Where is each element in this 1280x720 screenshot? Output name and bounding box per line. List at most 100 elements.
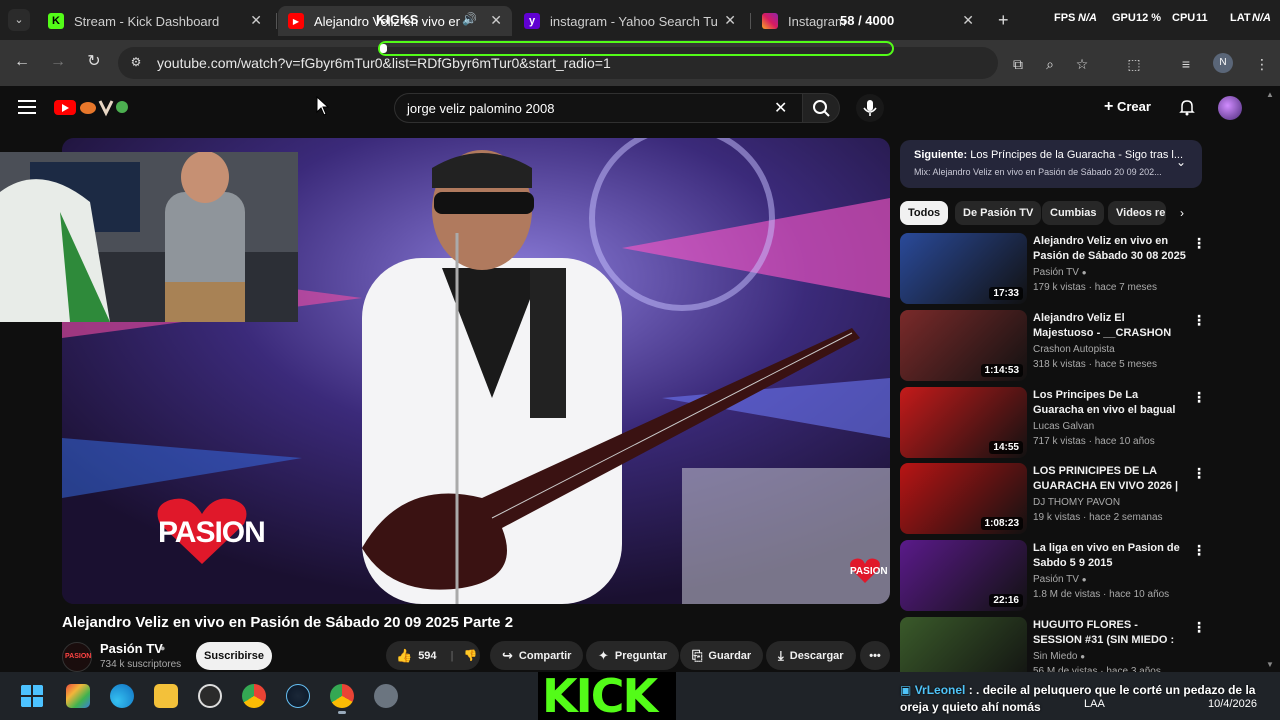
media-controls-icon[interactable]: ≡	[1176, 54, 1196, 74]
recommendation-channel[interactable]: DJ THOMY PAVON	[1033, 497, 1120, 508]
stream-progress-overlay	[378, 41, 894, 56]
menu-icon[interactable]	[18, 100, 36, 114]
more-options-icon[interactable]: ⋮	[1192, 235, 1206, 252]
windows-start-icon[interactable]	[20, 684, 44, 708]
recommendation-item[interactable]: 1:08:23 LOS PRINICIPES DE LA GUARACHA EN …	[900, 463, 1210, 535]
up-next-panel[interactable]	[900, 140, 1202, 188]
tab-search-button[interactable]: ⌄	[8, 9, 30, 31]
chat-username: VrLeonel	[914, 683, 966, 697]
ask-button[interactable]: ✦ Preguntar	[586, 641, 679, 670]
close-icon[interactable]: ✕	[490, 12, 502, 29]
chrome-icon[interactable]	[242, 684, 266, 708]
like-divider: |	[450, 649, 454, 662]
chevron-down-icon[interactable]: ⌄	[1176, 155, 1186, 169]
video-thumbnail[interactable]: 17:33	[900, 233, 1027, 304]
up-next-mix: Mix: Alejandro Veliz en vivo en Pasión d…	[914, 167, 1162, 177]
obs-icon[interactable]	[198, 684, 222, 708]
close-icon[interactable]: ✕	[724, 12, 736, 29]
back-arrow-icon[interactable]: ←	[12, 52, 32, 72]
recommendation-title[interactable]: HUGUITO FLORES - SESSION #31 (SIN MIEDO …	[1033, 618, 1187, 648]
channel-avatar-text: PASION	[65, 653, 92, 660]
mouse-cursor-icon	[316, 95, 330, 116]
steam-icon[interactable]	[286, 684, 310, 708]
zoom-icon[interactable]: ⌕	[1040, 54, 1060, 74]
recommendation-title[interactable]: Alejandro Veliz El Majestuoso - __CRASHO…	[1033, 311, 1187, 341]
recommendation-title[interactable]: LOS PRINICIPES DE LA GUARACHA EN VIVO 20…	[1033, 464, 1187, 494]
recommendation-item[interactable]: 22:16 La liga en vivo en Pasion de Sabdo …	[900, 540, 1210, 612]
new-tab-button[interactable]: +	[998, 10, 1009, 31]
screen: ⌄ K Stream - Kick Dashboard ✕ ▶ Alejandr…	[0, 0, 1280, 720]
url-text: youtube.com/watch?v=fGbyr6mTur0&list=RDf…	[157, 55, 611, 71]
clear-search-icon[interactable]: ✕	[774, 98, 787, 118]
notifications-bell-icon[interactable]	[1178, 98, 1196, 116]
chip-todos[interactable]: Todos	[900, 201, 949, 225]
hud-cpu-label: CPU	[1172, 12, 1196, 24]
close-icon[interactable]: ✕	[962, 12, 974, 29]
chip-cumbias[interactable]: Cumbias	[1042, 201, 1105, 225]
close-icon[interactable]: ✕	[250, 12, 262, 29]
download-button[interactable]: ⤓ Descargar	[766, 641, 856, 670]
instagram-counter: 58 / 4000	[840, 13, 895, 28]
speaker-icon[interactable]: 🔊	[462, 12, 477, 26]
channel-name[interactable]: Pasión TV	[100, 641, 163, 656]
recommendation-channel[interactable]: Pasión TV ●	[1033, 574, 1087, 585]
voice-search-button[interactable]	[856, 94, 884, 122]
account-avatar[interactable]	[1218, 96, 1242, 120]
video-thumbnail[interactable]: 1:08:23	[900, 463, 1027, 534]
settings-gear-icon[interactable]	[374, 684, 398, 708]
recommendation-item[interactable]: 1:14:53 Alejandro Veliz El Majestuoso - _…	[900, 310, 1210, 382]
chip-de-pasion-tv[interactable]: De Pasión TV	[955, 201, 1042, 225]
install-app-icon[interactable]: ⧉	[1008, 54, 1028, 74]
video-thumbnail[interactable]: 1:14:53	[900, 310, 1027, 381]
recommendation-title[interactable]: Los Principes De La Guaracha en vivo el …	[1033, 388, 1187, 418]
tab-separator	[276, 13, 277, 29]
more-options-icon[interactable]: ⋮	[1192, 312, 1206, 329]
create-button[interactable]: + Crear	[1104, 98, 1151, 116]
profile-avatar[interactable]: N	[1213, 53, 1233, 73]
scroll-up-arrow-icon[interactable]: ▲	[1266, 90, 1274, 99]
recommendation-item[interactable]: 14:55 Los Principes De La Guaracha en viv…	[900, 387, 1210, 459]
scroll-down-arrow-icon[interactable]: ▼	[1266, 660, 1274, 669]
kick-icon: K	[48, 13, 64, 29]
search-input[interactable]: jorge veliz palomino 2008	[394, 93, 802, 123]
more-options-icon[interactable]: ⋮	[1192, 542, 1206, 559]
video-thumbnail[interactable]: 22:16	[900, 540, 1027, 611]
recommendation-channel[interactable]: Lucas Galvan	[1033, 421, 1094, 432]
thumbs-up-icon[interactable]: 👍	[396, 648, 412, 664]
search-button[interactable]	[802, 93, 840, 123]
like-count[interactable]: 594	[418, 650, 436, 662]
chevron-right-icon[interactable]: ›	[1180, 206, 1184, 220]
recommendation-meta: 179 k vistas · hace 7 meses	[1033, 282, 1157, 293]
more-options-icon[interactable]: ⋮	[1192, 465, 1206, 482]
forward-arrow-icon[interactable]: →	[48, 52, 68, 72]
thumbs-down-icon[interactable]: 👎	[464, 649, 478, 662]
more-actions-button[interactable]: •••	[860, 641, 890, 670]
bookmark-star-icon[interactable]: ☆	[1072, 54, 1092, 74]
recommendation-title[interactable]: La liga en vivo en Pasion de Sabdo 5 9 2…	[1033, 541, 1187, 571]
tab-yahoo-search[interactable]: y instagram - Yahoo Search Tus r ✕	[514, 6, 746, 36]
recommendation-channel[interactable]: Crashon Autopista	[1033, 344, 1115, 355]
recommendation-channel[interactable]: Sin Miedo ●	[1033, 651, 1085, 662]
save-button[interactable]: ⎘ Guardar	[680, 641, 764, 670]
file-explorer-icon[interactable]	[154, 684, 178, 708]
widgets-icon[interactable]	[66, 684, 90, 708]
share-button[interactable]: ↪ Compartir	[490, 641, 584, 670]
youtube-doodle-icon[interactable]	[78, 97, 130, 117]
chip-videos-relacionados[interactable]: Videos re	[1108, 201, 1166, 225]
recommendation-channel[interactable]: Pasión TV ●	[1033, 267, 1087, 278]
site-info-icon[interactable]: ⚙	[128, 55, 144, 71]
extensions-icon[interactable]: ⬚	[1124, 54, 1144, 74]
more-options-icon[interactable]: ⋮	[1192, 389, 1206, 406]
reload-icon[interactable]: ↻	[84, 52, 104, 72]
channel-name: Crashon Autopista	[1033, 344, 1115, 355]
browser-menu-icon[interactable]: ⋮	[1252, 54, 1272, 74]
more-options-icon[interactable]: ⋮	[1192, 619, 1206, 636]
video-thumbnail[interactable]: 14:55	[900, 387, 1027, 458]
recommendation-item[interactable]: 17:33 Alejandro Veliz en vivo en Pasión d…	[900, 233, 1210, 305]
youtube-logo-icon[interactable]	[54, 100, 76, 115]
chrome-active-icon[interactable]	[330, 684, 354, 714]
edge-browser-icon[interactable]	[110, 684, 134, 708]
recommendation-title[interactable]: Alejandro Veliz en vivo en Pasión de Sáb…	[1033, 234, 1187, 264]
tab-kick-dashboard[interactable]: K Stream - Kick Dashboard ✕	[38, 6, 272, 36]
subscribe-button[interactable]: Suscribirse	[196, 642, 272, 670]
